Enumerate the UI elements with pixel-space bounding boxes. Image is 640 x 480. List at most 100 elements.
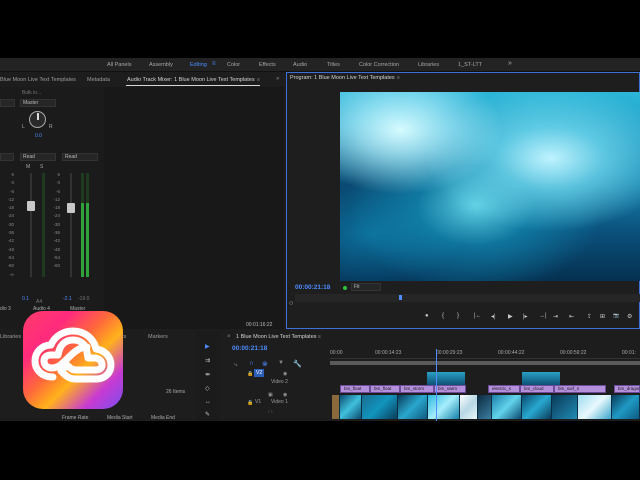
ripple-tool-icon[interactable]: ⇹ bbox=[205, 371, 210, 378]
slip-tool-icon[interactable]: ↔ bbox=[205, 399, 211, 405]
menu-icon[interactable]: ≡ bbox=[318, 334, 321, 340]
playhead-circle-icon[interactable]: ○ bbox=[289, 300, 293, 307]
comparison-icon[interactable]: ⊞ bbox=[600, 313, 605, 320]
tab-audio-track-mixer[interactable]: Audio Track Mixer: 1 Blue Moon Live Text… bbox=[127, 77, 255, 83]
program-scrubber[interactable] bbox=[295, 294, 640, 302]
v1-clip[interactable] bbox=[460, 395, 478, 419]
v1-clip[interactable] bbox=[398, 395, 428, 419]
chevron-more-icon[interactable]: » bbox=[508, 60, 512, 67]
workspace-titles[interactable]: Titles bbox=[327, 62, 340, 68]
v2-clip-thumbnail[interactable] bbox=[522, 372, 560, 386]
export-icon[interactable]: ⇪ bbox=[587, 313, 592, 320]
workspace-color[interactable]: Color bbox=[227, 62, 240, 68]
chevron-more-icon[interactable]: » bbox=[276, 76, 279, 82]
program-playhead[interactable] bbox=[399, 295, 402, 300]
timeline-timecode[interactable]: 00:00:21:18 bbox=[232, 345, 267, 352]
solo-button[interactable]: S bbox=[40, 164, 43, 170]
value-audio-4[interactable]: -2.1 bbox=[63, 296, 72, 302]
input-dropdown[interactable] bbox=[0, 99, 15, 107]
timeline-playhead[interactable] bbox=[436, 349, 437, 421]
menu-icon[interactable]: ≡ bbox=[212, 61, 216, 67]
automation-dropdown-4[interactable]: Read bbox=[20, 153, 56, 161]
lock-icon[interactable]: 🔒 bbox=[247, 371, 253, 377]
workspace-color-correction[interactable]: Color Correction bbox=[359, 62, 399, 68]
v1-clip[interactable] bbox=[332, 395, 340, 419]
v1-clip[interactable] bbox=[478, 395, 492, 419]
lock-icon[interactable]: 🔒 bbox=[247, 400, 253, 406]
lift-icon[interactable]: ⇥ bbox=[553, 313, 558, 320]
v1-clip[interactable] bbox=[552, 395, 578, 419]
fader-handle-3[interactable] bbox=[27, 201, 35, 211]
eye-icon[interactable]: ◉ bbox=[283, 392, 287, 398]
value-audio-3[interactable]: 0.1 bbox=[22, 296, 29, 302]
automation-dropdown-master[interactable]: Read bbox=[62, 153, 98, 161]
master-dropdown[interactable]: Master bbox=[20, 99, 56, 107]
workspace-effects[interactable]: Effects bbox=[259, 62, 276, 68]
timeline-title[interactable]: 1 Blue Moon Live Text Templates bbox=[236, 334, 317, 340]
v2-clip[interactable]: bm_storm bbox=[400, 385, 434, 393]
settings-icon[interactable]: ⚙ bbox=[627, 313, 632, 320]
v1-clip[interactable] bbox=[428, 395, 460, 419]
program-timecode[interactable]: 00:00:21:18 bbox=[295, 284, 330, 291]
v1-clip[interactable] bbox=[492, 395, 522, 419]
pan-knob[interactable] bbox=[29, 111, 46, 128]
workspace-audio[interactable]: Audio bbox=[293, 62, 307, 68]
sync-lock-icon[interactable]: ▣ bbox=[268, 392, 273, 398]
track-target-v2[interactable]: V2 bbox=[254, 369, 265, 377]
v1-clip[interactable] bbox=[340, 395, 362, 419]
v2-clip[interactable]: bm_dragon bbox=[614, 385, 640, 393]
close-icon[interactable]: × bbox=[227, 334, 231, 340]
v2-clip[interactable]: bm_swim bbox=[434, 385, 466, 393]
extract-icon[interactable]: ⇤ bbox=[569, 313, 574, 320]
track-toolbar[interactable]: ‹ › bbox=[268, 409, 273, 415]
go-to-out-icon[interactable]: →| bbox=[539, 313, 547, 319]
tab-metadata[interactable]: Metadata bbox=[87, 77, 110, 83]
menu-icon[interactable]: ≡ bbox=[397, 75, 400, 81]
mark-out-icon[interactable]: } bbox=[457, 313, 459, 319]
link-icon[interactable]: ⊗ bbox=[262, 360, 268, 368]
tab-markers[interactable]: Markers bbox=[148, 334, 168, 340]
eye-icon[interactable]: ◉ bbox=[283, 371, 287, 377]
marker-icon[interactable]: ▼ bbox=[278, 360, 284, 366]
pen-tool-icon[interactable]: ✎ bbox=[205, 411, 210, 418]
razor-tool-icon[interactable]: ◇ bbox=[205, 385, 210, 392]
track-target-v1[interactable]: V1 bbox=[255, 399, 261, 405]
workspace-libraries[interactable]: Libraries bbox=[418, 62, 439, 68]
nest-icon[interactable]: ⤷ bbox=[234, 362, 237, 369]
work-area-bar[interactable] bbox=[330, 361, 640, 365]
camera-icon[interactable]: 📷 bbox=[613, 313, 619, 319]
tab-project[interactable]: Blue Moon Live Text Templates bbox=[0, 77, 76, 83]
menu-icon[interactable]: ≡ bbox=[257, 77, 260, 83]
zoom-fit-dropdown[interactable]: Fit bbox=[351, 283, 381, 291]
selection-tool-icon[interactable]: ▶ bbox=[205, 343, 210, 350]
go-to-in-icon[interactable]: |← bbox=[474, 313, 482, 319]
add-marker-icon[interactable]: ● bbox=[425, 313, 429, 319]
mark-in-icon[interactable]: { bbox=[442, 313, 444, 319]
workspace-custom[interactable]: 1_ST-LTT bbox=[458, 62, 482, 68]
v2-clip[interactable]: bm_float bbox=[340, 385, 370, 393]
wrench-icon[interactable]: 🔧 bbox=[293, 360, 302, 368]
workspace-assembly[interactable]: Assembly bbox=[149, 62, 173, 68]
snap-icon[interactable]: ∩ bbox=[249, 360, 254, 367]
v2-clip[interactable]: bm_cloud bbox=[520, 385, 554, 393]
play-icon[interactable]: ▶ bbox=[508, 313, 513, 320]
step-forward-icon[interactable]: |▸ bbox=[523, 313, 528, 320]
v2-clip[interactable]: electric_s bbox=[488, 385, 520, 393]
automation-dropdown-3[interactable] bbox=[0, 153, 14, 161]
v2-clip-thumbnail[interactable] bbox=[427, 372, 465, 386]
workspace-editing[interactable]: Editing bbox=[190, 62, 207, 68]
fader-handle-master[interactable] bbox=[67, 203, 75, 213]
step-back-icon[interactable]: ◂| bbox=[491, 313, 496, 320]
tab-libraries[interactable]: Libraries bbox=[0, 334, 21, 340]
v2-clip[interactable]: bm_surf_n bbox=[554, 385, 606, 393]
pan-value[interactable]: 0.0 bbox=[35, 133, 42, 139]
workspace-all-panels[interactable]: All Panels bbox=[107, 62, 131, 68]
v1-clip[interactable] bbox=[522, 395, 552, 419]
program-video-frame[interactable] bbox=[340, 92, 640, 281]
mute-button[interactable]: M bbox=[26, 164, 30, 170]
v1-clip[interactable] bbox=[578, 395, 612, 419]
v1-clip[interactable] bbox=[612, 395, 640, 419]
program-title[interactable]: Program: 1 Blue Moon Live Text Templates bbox=[290, 75, 395, 81]
v1-clip[interactable] bbox=[362, 395, 398, 419]
v2-clip[interactable]: bm_float bbox=[370, 385, 400, 393]
